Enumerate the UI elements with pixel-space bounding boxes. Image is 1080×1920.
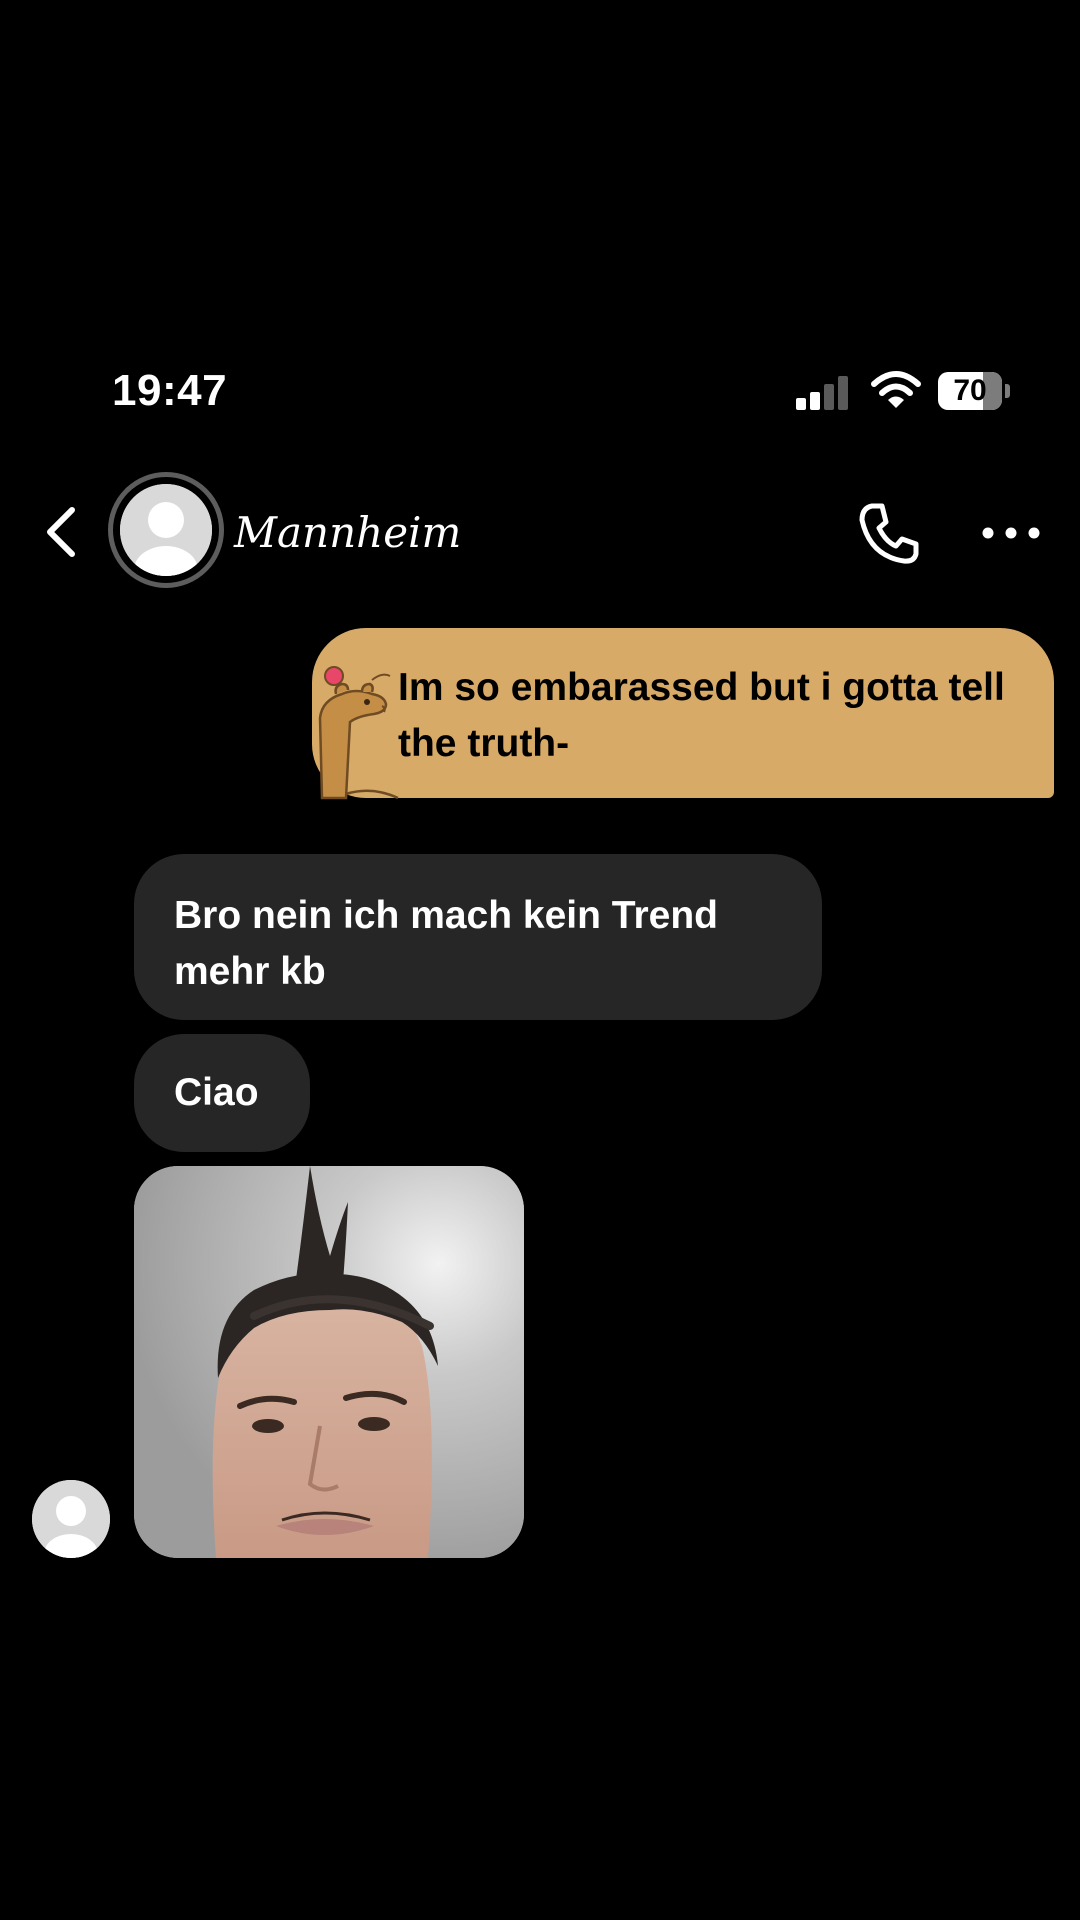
sender-avatar[interactable] — [32, 1480, 110, 1558]
battery-percent: 70 — [953, 374, 987, 407]
call-button[interactable] — [854, 498, 924, 568]
received-message-bubble[interactable]: Bro nein ich mach kein Trend mehr kb — [134, 854, 822, 1020]
battery-icon: 70 — [938, 372, 1010, 410]
contact-avatar[interactable] — [108, 472, 224, 588]
signal-icon — [796, 374, 852, 410]
phone-icon — [859, 503, 919, 564]
message-text: Im so embarassed but i gotta tell the tr… — [398, 666, 1005, 765]
avatar-placeholder-icon — [120, 484, 212, 576]
message-text: Bro nein ich mach kein Trend mehr kb — [174, 894, 718, 993]
back-chevron-icon — [47, 507, 75, 557]
battery-tip — [1005, 384, 1010, 398]
photo-message[interactable] — [134, 1166, 524, 1558]
wifi-icon — [871, 371, 921, 408]
contact-name[interactable]: Mannheim — [234, 508, 461, 557]
battery-body: 70 — [938, 372, 1002, 410]
back-button[interactable] — [36, 500, 86, 564]
chat-header: Mannheim — [0, 470, 1080, 595]
more-dots-icon — [982, 527, 1040, 539]
selfie-photo — [134, 1166, 524, 1558]
avatar-placeholder-icon — [32, 1480, 110, 1558]
capybara-sticker-icon — [318, 666, 399, 800]
status-time: 19:47 — [112, 366, 228, 415]
status-bar: 19:47 70 — [0, 360, 1080, 430]
message-text: Ciao — [174, 1071, 259, 1114]
more-options-button[interactable] — [978, 508, 1044, 558]
received-message-bubble[interactable]: Ciao — [134, 1034, 310, 1152]
